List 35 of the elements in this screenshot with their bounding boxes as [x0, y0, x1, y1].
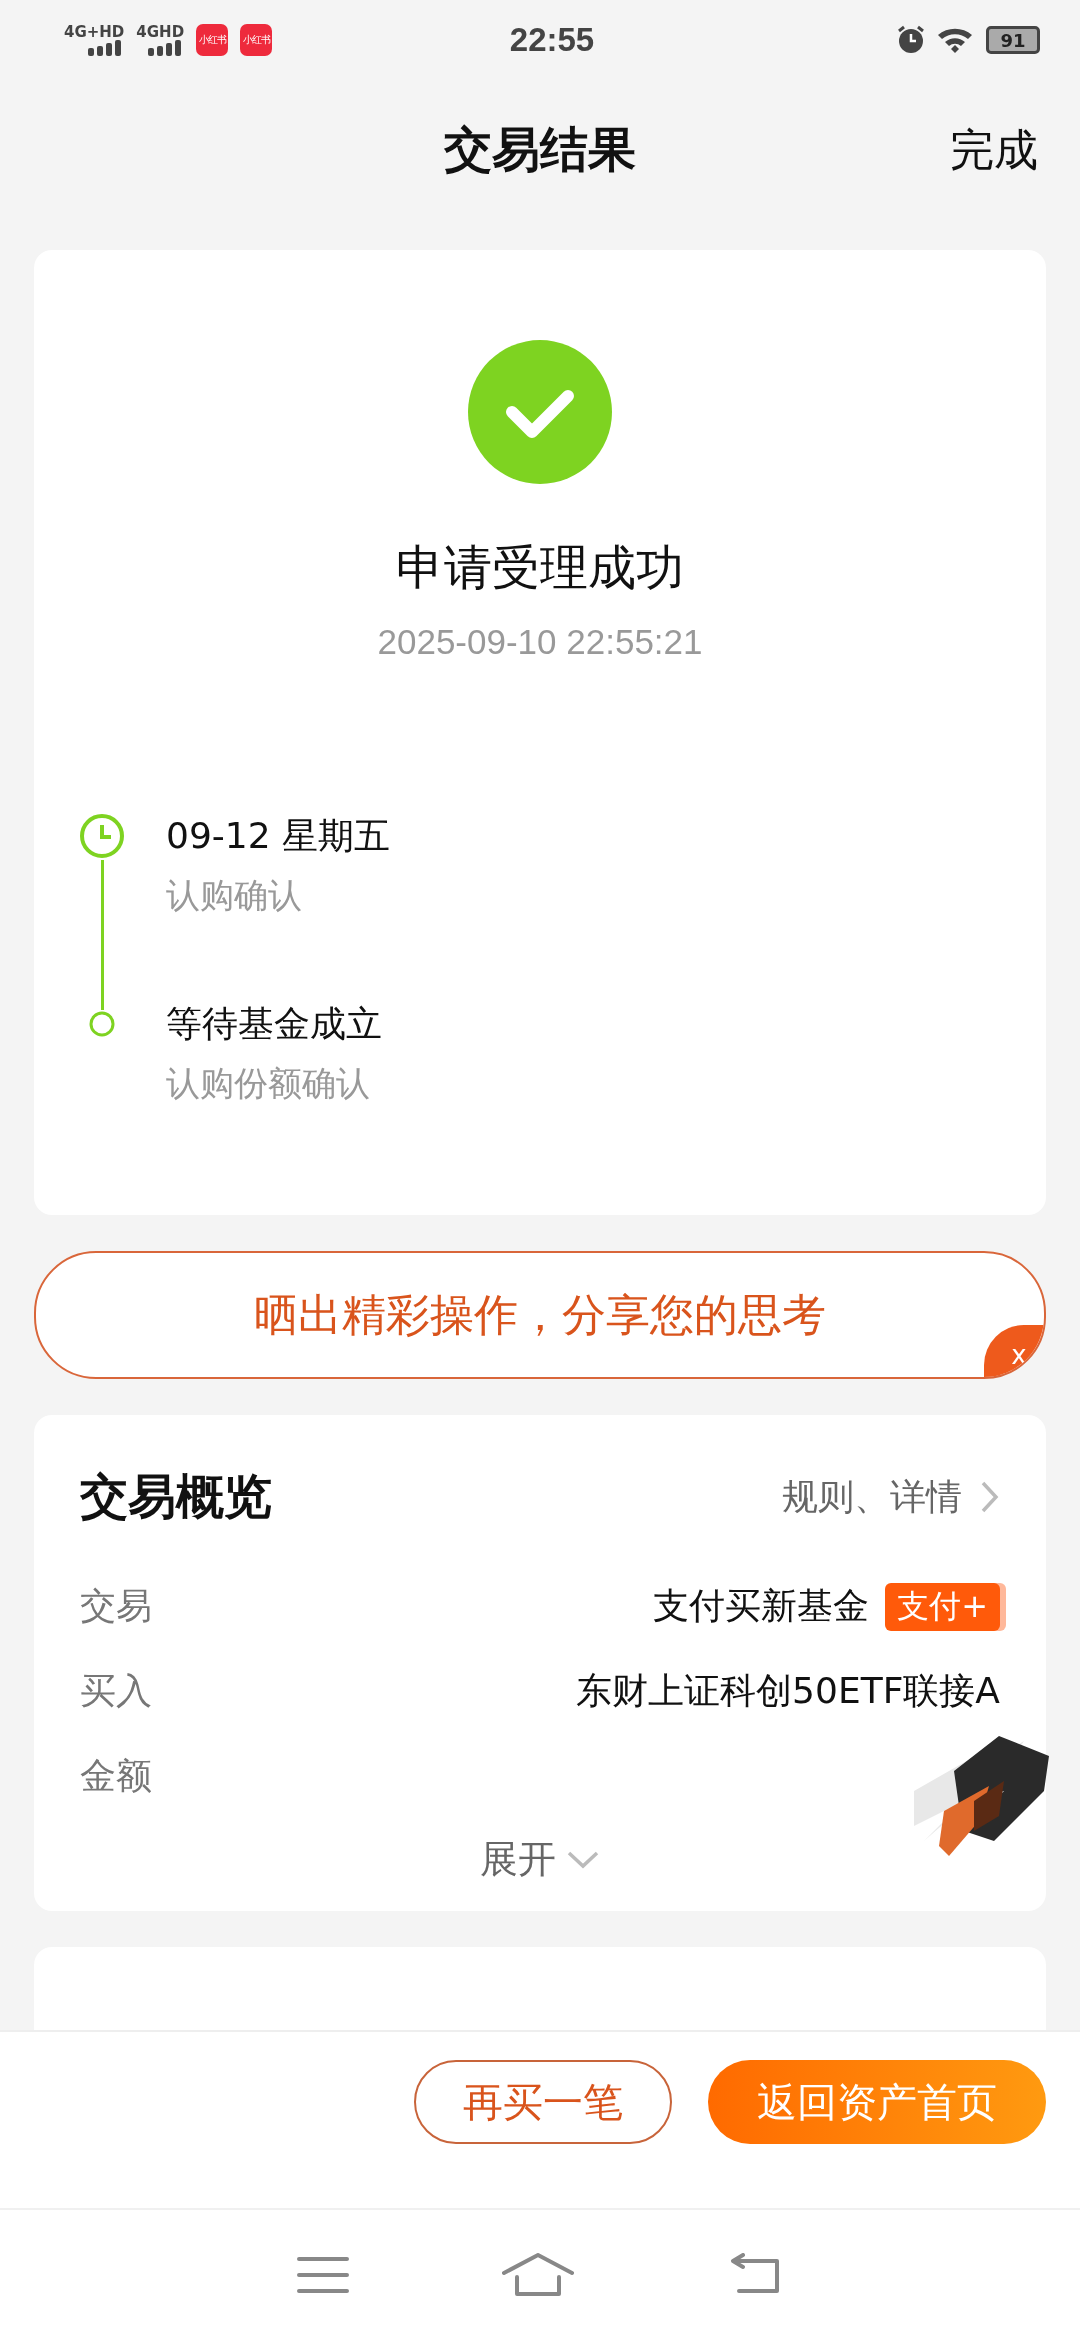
network-label: 4G+HD	[64, 24, 125, 40]
row-value: 东财上证科创50ETF联接A	[576, 1669, 1000, 1713]
buy-again-button[interactable]: 再买一笔	[414, 2060, 672, 2144]
row-label: 买入	[80, 1669, 152, 1713]
done-button[interactable]: 完成	[950, 120, 1038, 180]
expand-button[interactable]: 展开	[480, 1834, 600, 1885]
success-check-icon	[468, 340, 612, 484]
app-icon: 小红书	[240, 24, 273, 56]
menu-icon[interactable]	[296, 2255, 349, 2295]
close-button[interactable]: x	[984, 1325, 1044, 1377]
network-label: 4GHD	[136, 24, 185, 40]
result-title: 申请受理成功	[396, 538, 684, 597]
battery-icon: 91	[986, 26, 1040, 54]
share-banner[interactable]: 晒出精彩操作，分享您的思考 x	[34, 1251, 1046, 1379]
app-icon: 小红书	[196, 24, 229, 56]
step-title: 等待基金成立	[166, 1002, 382, 1046]
share-text: 晒出精彩操作，分享您的思考	[254, 1287, 826, 1342]
row-value: 支付买新基金	[653, 1584, 870, 1628]
status-time: 22:55	[509, 21, 595, 59]
result-time: 2025-09-10 22:55:21	[377, 622, 703, 662]
step-subtitle: 认购确认	[166, 874, 303, 917]
step-title: 09-12 星期五	[166, 814, 391, 858]
details-link[interactable]: 规则、详情	[782, 1472, 962, 1522]
timeline-dot-icon	[88, 1010, 116, 1038]
row-label: 交易	[80, 1584, 152, 1628]
row-label: 金额	[80, 1754, 152, 1798]
home-icon[interactable]	[502, 2253, 574, 2297]
back-home-button[interactable]: 返回资产首页	[708, 2060, 1046, 2144]
step-subtitle: 认购份额确认	[166, 1062, 371, 1105]
clock-icon	[78, 812, 126, 860]
section-title: 交易概览	[80, 1467, 272, 1526]
alarm-clock-icon	[896, 25, 926, 55]
chevron-down-icon	[566, 1849, 600, 1870]
chevron-right-icon	[980, 1480, 1000, 1514]
page-title: 交易结果	[444, 120, 636, 179]
